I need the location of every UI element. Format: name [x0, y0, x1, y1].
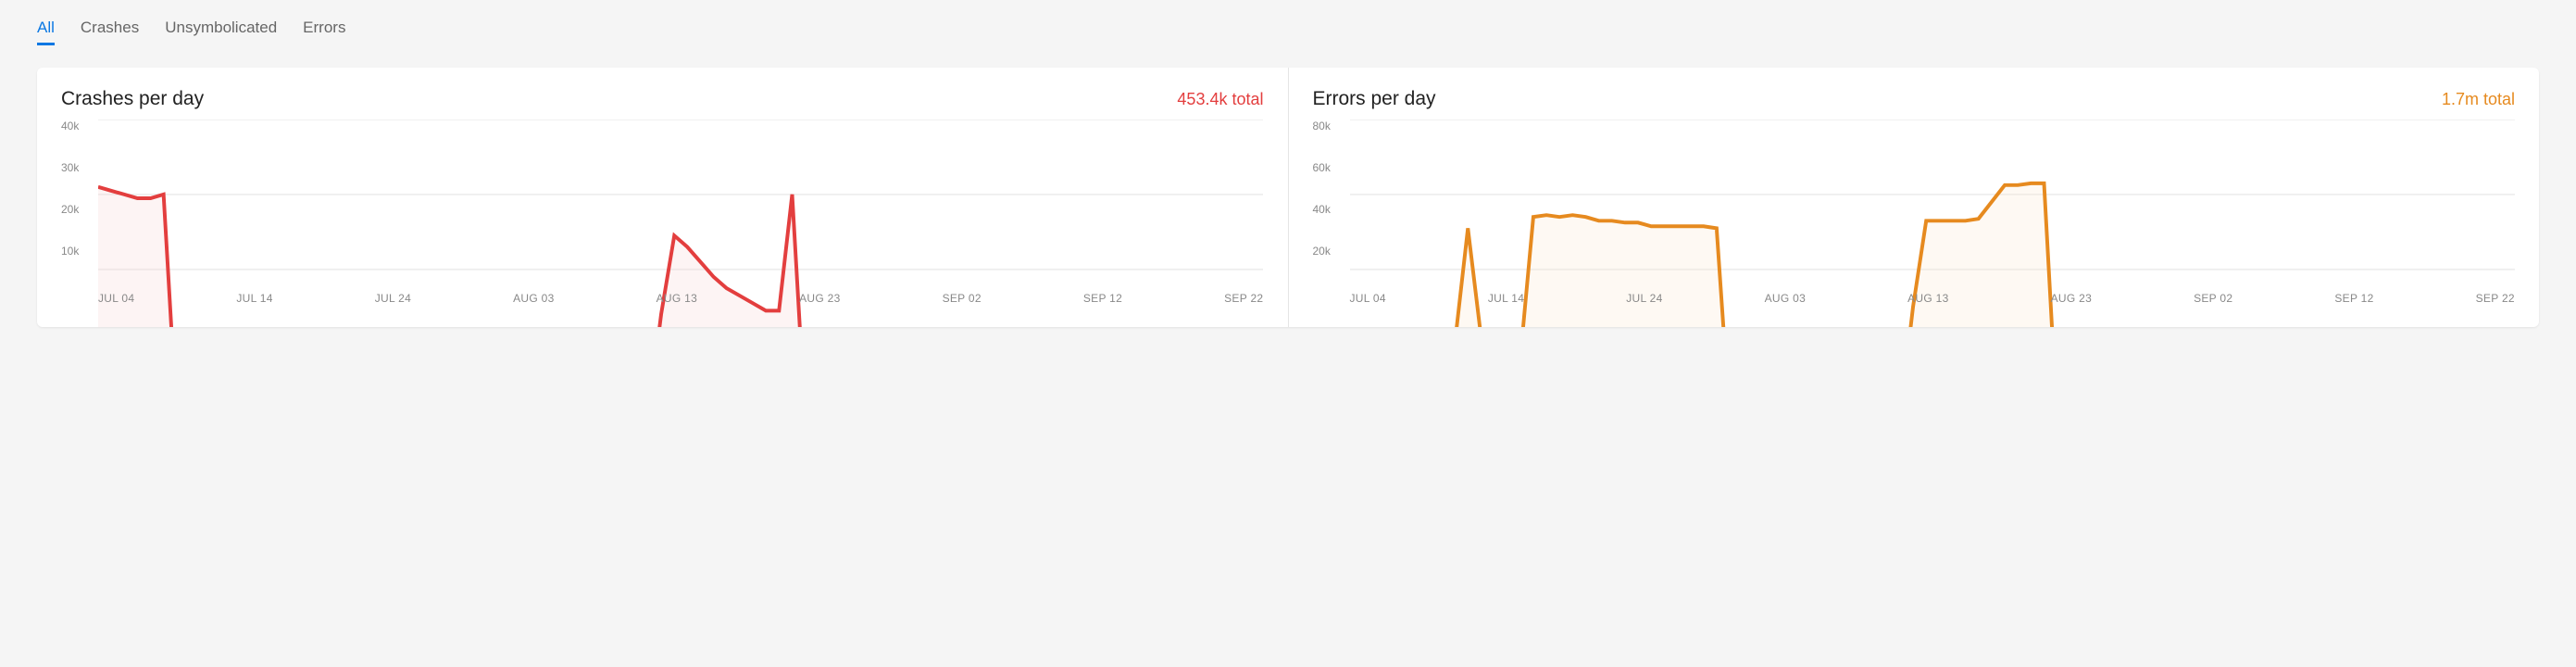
y-tick: 40k	[61, 120, 94, 132]
tab-crashes[interactable]: Crashes	[81, 19, 139, 45]
x-tick: JUL 24	[375, 292, 411, 314]
tab-all[interactable]: All	[37, 19, 55, 45]
x-tick: JUL 04	[1350, 292, 1386, 314]
chart-panels: Crashes per day 453.4k total 40k 30k 20k…	[37, 68, 2539, 327]
y-tick: 20k	[1313, 245, 1346, 258]
x-tick: AUG 03	[513, 292, 555, 314]
x-tick: JUL 14	[236, 292, 272, 314]
y-tick: 60k	[1313, 161, 1346, 174]
y-axis-errors: 80k 60k 40k 20k	[1313, 120, 1346, 286]
panel-crashes: Crashes per day 453.4k total 40k 30k 20k…	[37, 68, 1288, 327]
filter-tabs: All Crashes Unsymbolicated Errors	[37, 19, 2539, 45]
x-tick: JUL 24	[1626, 292, 1662, 314]
y-tick: 20k	[61, 203, 94, 216]
y-tick: 10k	[61, 245, 94, 258]
x-tick: SEP 02	[943, 292, 982, 314]
x-tick: JUL 14	[1488, 292, 1524, 314]
x-tick: AUG 13	[657, 292, 698, 314]
x-tick: JUL 04	[98, 292, 134, 314]
tab-errors[interactable]: Errors	[303, 19, 345, 45]
x-axis-crashes: JUL 04 JUL 14 JUL 24 AUG 03 AUG 13 AUG 2…	[98, 292, 1264, 314]
tab-unsymbolicated[interactable]: Unsymbolicated	[165, 19, 277, 45]
panel-total-crashes: 453.4k total	[1177, 90, 1263, 109]
x-axis-errors: JUL 04 JUL 14 JUL 24 AUG 03 AUG 13 AUG 2…	[1350, 292, 2516, 314]
y-tick: 30k	[61, 161, 94, 174]
x-tick: AUG 23	[2051, 292, 2093, 314]
x-tick: AUG 03	[1765, 292, 1807, 314]
x-tick: SEP 12	[2334, 292, 2373, 314]
y-tick: 80k	[1313, 120, 1346, 132]
y-tick: 40k	[1313, 203, 1346, 216]
y-axis-crashes: 40k 30k 20k 10k	[61, 120, 94, 286]
panel-total-errors: 1.7m total	[2442, 90, 2515, 109]
panel-title-errors: Errors per day	[1313, 88, 1436, 110]
panel-errors: Errors per day 1.7m total 80k 60k 40k 20…	[1288, 68, 2540, 327]
x-tick: AUG 23	[799, 292, 841, 314]
panel-title-crashes: Crashes per day	[61, 88, 204, 110]
x-tick: SEP 12	[1083, 292, 1122, 314]
x-tick: SEP 22	[2476, 292, 2515, 314]
x-tick: SEP 22	[1224, 292, 1263, 314]
x-tick: AUG 13	[1907, 292, 1949, 314]
x-tick: SEP 02	[2194, 292, 2232, 314]
